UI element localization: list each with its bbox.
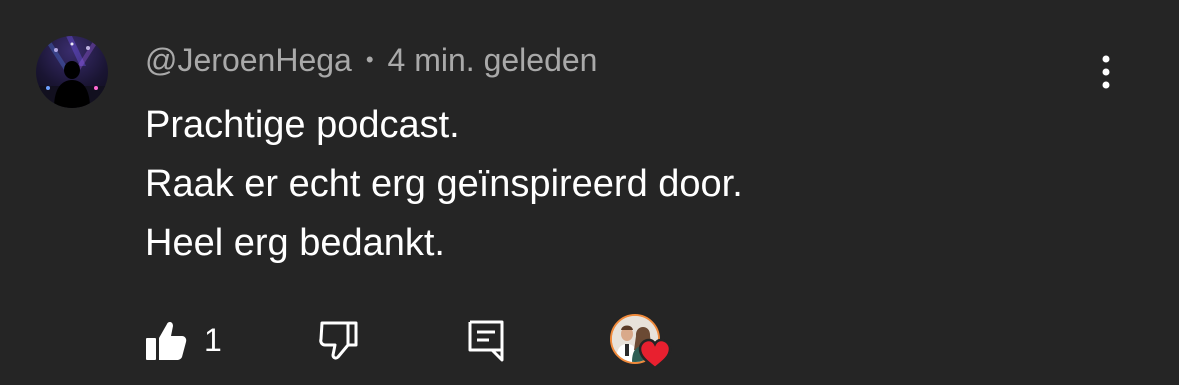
more-vertical-icon <box>1102 55 1110 89</box>
heart-icon <box>638 338 672 370</box>
comment-line: Raak er echt erg geïnspireerd door. <box>145 163 743 205</box>
comment-line: Prachtige podcast. <box>145 104 460 146</box>
user-avatar[interactable] <box>36 36 108 108</box>
thumbs-up-icon <box>146 321 187 360</box>
comment-item: @JeroenHega • 4 min. geleden Prachtige p… <box>0 0 1179 385</box>
dislike-button[interactable] <box>308 310 368 370</box>
comment-meta: @JeroenHega • 4 min. geleden <box>145 40 597 80</box>
like-count: 1 <box>204 321 222 358</box>
separator-dot: • <box>365 47 374 72</box>
comment-text: Prachtige podcast. Raak er echt erg geïn… <box>145 96 743 273</box>
timestamp: 4 min. geleden <box>387 41 598 78</box>
reply-comment-icon <box>468 320 504 362</box>
creator-heart-badge <box>606 310 676 374</box>
like-button[interactable]: 1 <box>140 310 222 370</box>
reply-button[interactable] <box>458 310 514 370</box>
comment-actions: 1 <box>0 310 1179 370</box>
comment-line: Heel erg bedankt. <box>145 222 445 264</box>
username[interactable]: @JeroenHega <box>145 42 352 79</box>
avatar-image <box>36 36 108 108</box>
more-options-button[interactable] <box>1086 48 1126 96</box>
thumbs-down-icon <box>319 321 358 360</box>
